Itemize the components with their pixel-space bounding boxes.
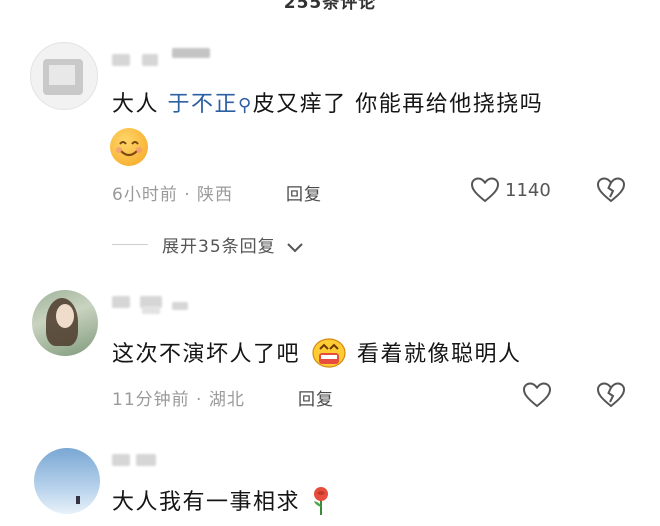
person-link[interactable]: 于不正⚲	[168, 92, 253, 117]
avatar[interactable]	[32, 290, 98, 356]
comment-text: 大人 于不正⚲皮又痒了 你能再给他挠挠吗	[112, 92, 544, 117]
comment-text: 这次不演坏人了吧 看着就像聪明人	[112, 336, 522, 372]
avatar[interactable]	[34, 448, 100, 514]
username-blurred[interactable]	[112, 454, 172, 466]
rose-emoji-icon	[309, 485, 333, 517]
emoji-sticker	[309, 335, 349, 369]
comment-time-location: 11分钟前 · 湖北	[112, 390, 245, 410]
heart-outline-icon[interactable]	[470, 176, 500, 204]
expand-replies-button[interactable]: 展开35条回复	[162, 232, 304, 257]
heart-outline-icon[interactable]	[522, 381, 552, 409]
broken-heart-icon[interactable]	[596, 176, 626, 204]
like-count: 1140	[505, 180, 551, 201]
avatar[interactable]	[30, 42, 98, 110]
comment-time-location: 6小时前 · 陕西	[112, 185, 234, 205]
smile-emoji-icon	[110, 128, 148, 166]
comments-count-header: 255条评论	[283, 0, 377, 13]
username-blurred[interactable]	[112, 48, 212, 66]
reply-button[interactable]: 回复	[286, 180, 322, 205]
reply-button[interactable]: 回复	[298, 385, 334, 410]
broken-heart-icon[interactable]	[596, 381, 626, 409]
expand-divider	[112, 244, 148, 245]
username-blurred[interactable]	[112, 296, 212, 314]
comment-text: 大人我有一事相求	[112, 484, 333, 519]
search-icon: ⚲	[238, 95, 253, 116]
chevron-down-icon	[287, 243, 303, 253]
